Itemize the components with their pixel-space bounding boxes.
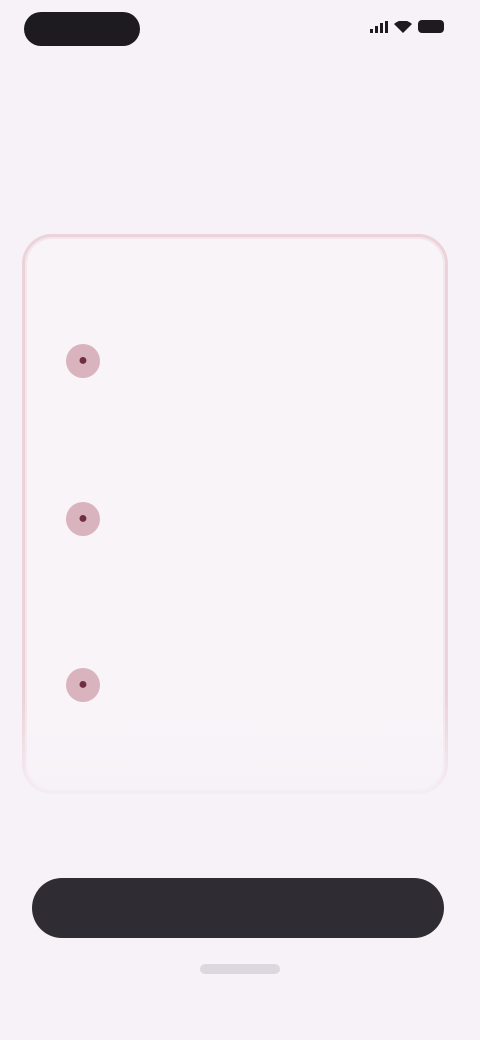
bullet-icon: ● bbox=[66, 344, 100, 378]
battery-icon bbox=[418, 20, 444, 33]
list-item: ● bbox=[66, 340, 386, 390]
home-indicator[interactable] bbox=[200, 964, 280, 974]
bullet-icon: ● bbox=[66, 502, 100, 536]
status-icons bbox=[370, 20, 444, 33]
status-time-pill bbox=[24, 12, 140, 46]
bullet-icon: ● bbox=[66, 668, 100, 702]
scroll-fade bbox=[0, 700, 480, 850]
status-bar bbox=[0, 0, 480, 60]
signal-icon bbox=[370, 20, 388, 33]
wifi-icon bbox=[394, 20, 412, 33]
primary-action-button[interactable] bbox=[32, 878, 444, 938]
list-item: ● bbox=[66, 498, 386, 548]
